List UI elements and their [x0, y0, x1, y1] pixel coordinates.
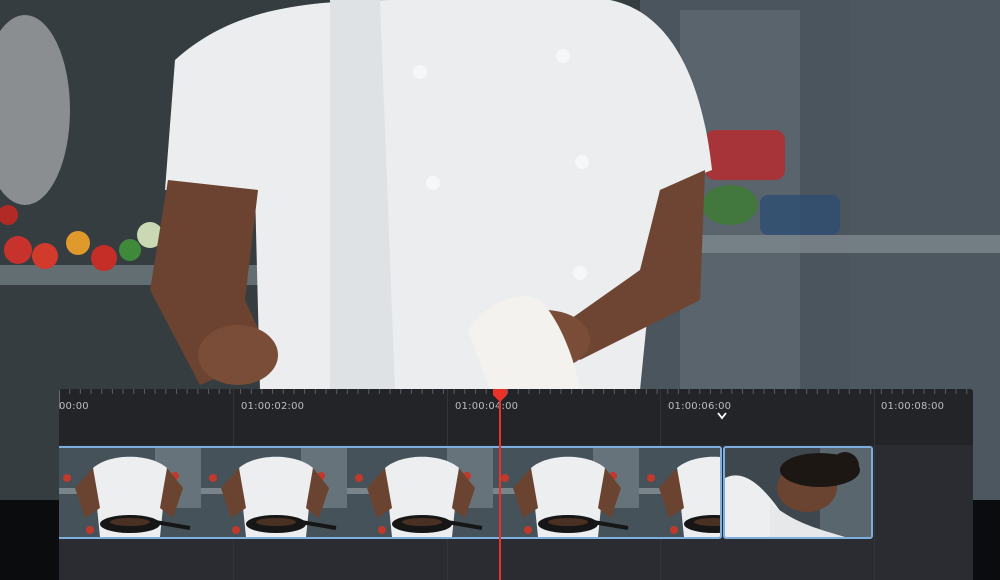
- clip-thumbnail: [201, 448, 347, 537]
- timecode-label: 01:00:04:00: [455, 401, 519, 412]
- clip-thumbnail: [59, 448, 201, 537]
- timecode-label: 01:00:02:00: [241, 401, 305, 412]
- timecode-label: 01:00:06:00: [668, 401, 732, 412]
- playhead-handle-icon[interactable]: [492, 389, 508, 403]
- timecode-label: 01:00:08:00: [881, 401, 945, 412]
- clip-thumbnail: [725, 448, 871, 537]
- timecode-label: 00:00: [59, 401, 89, 412]
- timecode-ruler[interactable]: 00:00 01:00:02:00 01:00:04:00 01:00:06:0…: [59, 389, 973, 445]
- clip-thumbnail: [347, 448, 493, 537]
- grid-line: [874, 389, 875, 580]
- timeline-clip-2[interactable]: [723, 446, 873, 539]
- playhead[interactable]: [499, 397, 501, 580]
- timeline-clip-1[interactable]: [59, 446, 722, 539]
- timeline-panel[interactable]: 00:00 01:00:02:00 01:00:04:00 01:00:06:0…: [59, 389, 973, 580]
- chevron-down-icon[interactable]: [717, 412, 727, 420]
- clip-thumbnail: [493, 448, 639, 537]
- clip-thumbnail: [639, 448, 720, 537]
